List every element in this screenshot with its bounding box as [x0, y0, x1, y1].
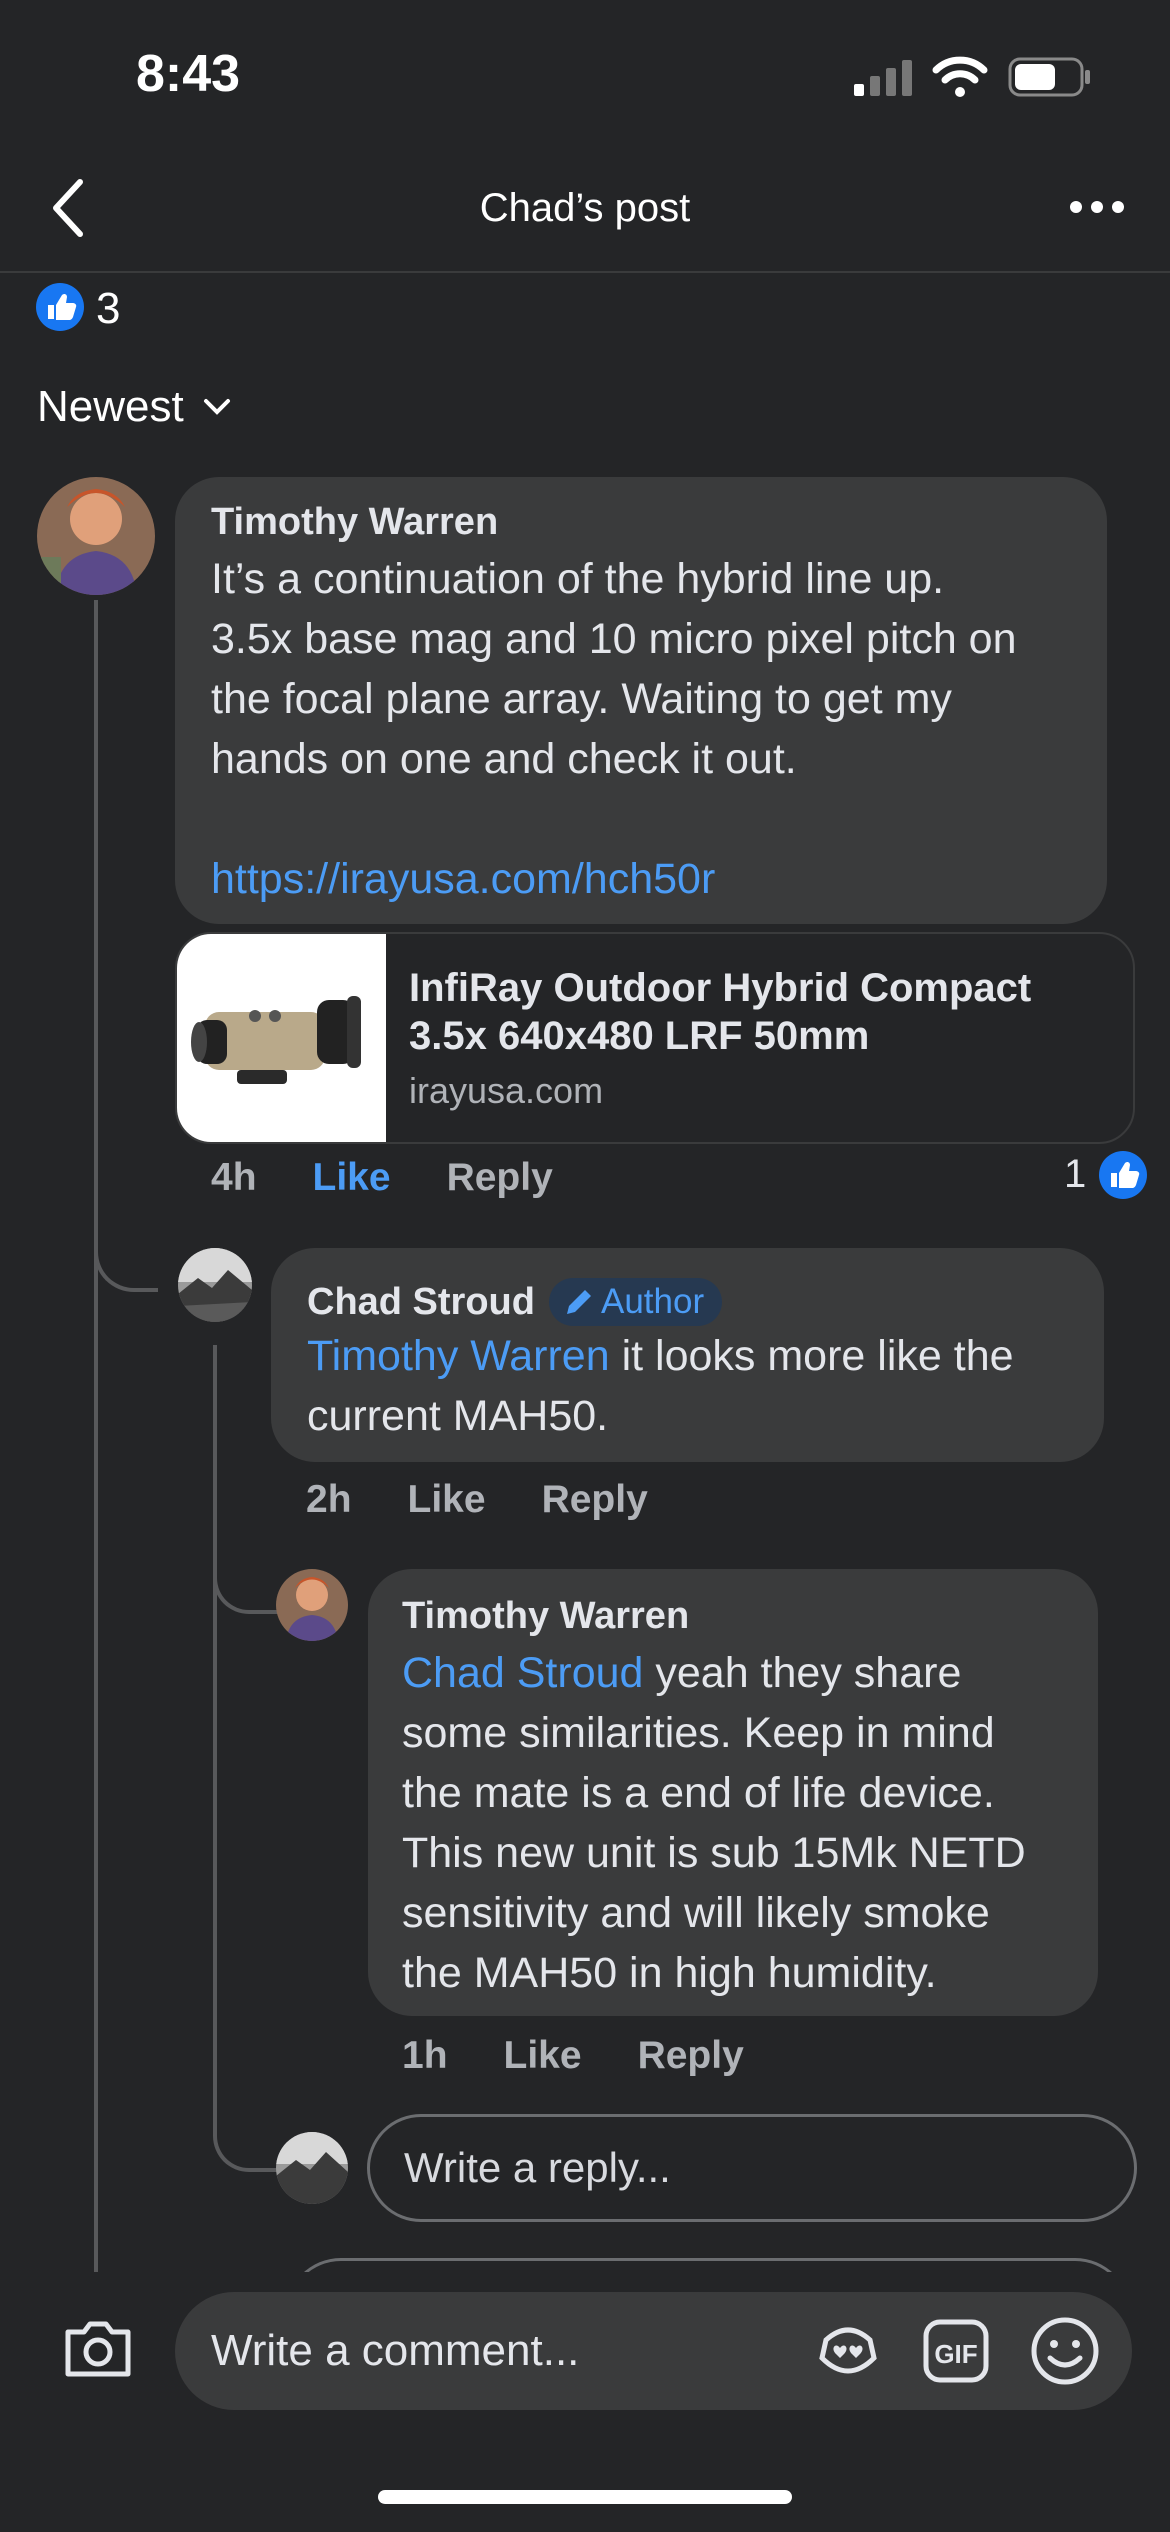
like-button[interactable]: Like — [313, 1156, 391, 1200]
reply-button[interactable]: Reply — [638, 2034, 744, 2078]
sort-dropdown[interactable]: Newest — [37, 382, 232, 432]
comment-line: This new unit is sub 15Mk NETD — [402, 1829, 1026, 1877]
status-time: 8:43 — [136, 45, 241, 103]
comment-text: It’s a continuation of the hybrid line u… — [211, 549, 1091, 789]
comment-line: the MAH50 in high humidity. — [402, 1949, 937, 1997]
more-options-button[interactable] — [1068, 196, 1126, 223]
reply-button[interactable]: Reply — [542, 1478, 648, 1522]
author-badge: Author — [548, 1278, 723, 1326]
gif-button[interactable]: GIF — [922, 2318, 990, 2389]
comment-bubble: Chad Stroud Author Timothy Warren it loo… — [271, 1248, 1104, 1462]
reply-button[interactable]: Reply — [447, 1156, 553, 1200]
thermal-scope-image — [191, 996, 361, 1084]
comment-input-placeholder: Write a comment... — [211, 2326, 580, 2375]
avatar-sticker-icon — [819, 2327, 877, 2374]
more-icon — [1070, 201, 1124, 213]
emoji-button[interactable] — [1030, 2316, 1100, 2391]
page-title: Chad’s post — [479, 186, 691, 230]
comment-time: 1h — [402, 2034, 448, 2077]
comment-line: 3.5x base mag and 10 micro pixel pitch o… — [211, 615, 1017, 663]
author-badge-label: Author — [600, 1282, 705, 1321]
like-reaction-icon — [1098, 1150, 1148, 1205]
chevron-down-icon — [203, 399, 230, 415]
comment-line: Timothy Warren it looks more like the — [307, 1326, 1087, 1386]
reaction-count[interactable]: 3 — [96, 284, 120, 334]
comment-actions: 1h Like Reply — [402, 2034, 744, 2078]
comment-actions: 2h Like Reply — [306, 1478, 648, 1522]
mention-link[interactable]: Chad Stroud — [402, 1649, 643, 1697]
comment-line: Chad Stroud yeah they share — [402, 1643, 1092, 1703]
comment-actions: 4h Like Reply — [211, 1156, 553, 1200]
reply-header: Chad Stroud Author — [307, 1278, 723, 1326]
comment-line: sensitivity and will likely smoke — [402, 1889, 990, 1937]
avatar — [276, 2132, 348, 2204]
wifi-icon — [932, 56, 988, 103]
avatar-sticker-button[interactable] — [812, 2318, 884, 2389]
battery-icon — [1008, 57, 1092, 102]
camera-button[interactable] — [62, 2318, 134, 2385]
camera-icon — [65, 2321, 131, 2377]
preview-title: InfiRay Outdoor Hybrid Compact 3.5x 640x… — [409, 964, 1031, 1060]
comment-line: It’s a continuation of the hybrid line u… — [211, 555, 945, 603]
comment-link[interactable]: https://irayusa.com/hch50r — [211, 849, 715, 909]
mention-link[interactable]: Timothy Warren — [307, 1332, 610, 1380]
preview-thumbnail — [177, 934, 386, 1142]
like-count[interactable]: 1 — [1064, 1152, 1086, 1197]
comment-text-segment: it looks more like the — [609, 1332, 1014, 1380]
signal-icon — [852, 58, 914, 103]
avatar[interactable] — [276, 1569, 348, 1641]
svg-text:GIF: GIF — [934, 2339, 977, 2369]
avatar[interactable] — [37, 477, 155, 595]
preview-domain: irayusa.com — [409, 1070, 604, 1111]
comment-text: Chad Stroud yeah they share some similar… — [402, 1643, 1092, 2003]
home-indicator — [378, 2490, 792, 2504]
thread-connector — [213, 1540, 279, 1614]
thread-line-main — [94, 600, 98, 2273]
header-divider — [0, 271, 1170, 273]
gif-icon: GIF — [923, 2319, 989, 2383]
like-button[interactable]: Like — [408, 1478, 486, 1522]
comment-line: some similarities. Keep in mind — [402, 1709, 995, 1757]
link-preview-card[interactable]: InfiRay Outdoor Hybrid Compact 3.5x 640x… — [175, 932, 1135, 1144]
thread-line-sub — [213, 1345, 217, 2105]
comment-line: the mate is a end of life device. — [402, 1769, 995, 1817]
preview-title-line: InfiRay Outdoor Hybrid Compact — [409, 966, 1032, 1010]
comment-author[interactable]: Timothy Warren — [211, 501, 498, 544]
comment-line: current MAH50. — [307, 1392, 609, 1440]
comment-author[interactable]: Chad Stroud — [307, 1281, 535, 1324]
comment-text: Timothy Warren it looks more like the cu… — [307, 1326, 1087, 1446]
thread-connector — [213, 2100, 279, 2172]
sort-label: Newest — [37, 382, 184, 431]
comment-bubble: Timothy Warren Chad Stroud yeah they sha… — [368, 1569, 1098, 2016]
thread-connector — [94, 1200, 158, 1292]
comment-time: 2h — [306, 1478, 352, 1521]
comment-author[interactable]: Timothy Warren — [402, 1595, 689, 1638]
comment-time: 4h — [211, 1156, 257, 1199]
reply-input-placeholder: Write a reply... — [404, 2144, 671, 2191]
like-button[interactable]: Like — [504, 2034, 582, 2078]
comment-text-segment: yeah they share — [643, 1649, 962, 1697]
reaction-like-icon — [35, 282, 85, 337]
preview-title-line: 3.5x 640x480 LRF 50mm — [409, 1014, 870, 1058]
pencil-icon — [566, 1290, 591, 1314]
reply-input[interactable]: Write a reply... — [367, 2114, 1137, 2222]
comment-line: hands on one and check it out. — [211, 735, 797, 783]
comment-bubble: Timothy Warren It’s a continuation of th… — [175, 477, 1107, 924]
avatar[interactable] — [178, 1248, 252, 1322]
comment-line: the focal plane array. Waiting to get my — [211, 675, 952, 723]
emoji-icon — [1031, 2317, 1099, 2385]
